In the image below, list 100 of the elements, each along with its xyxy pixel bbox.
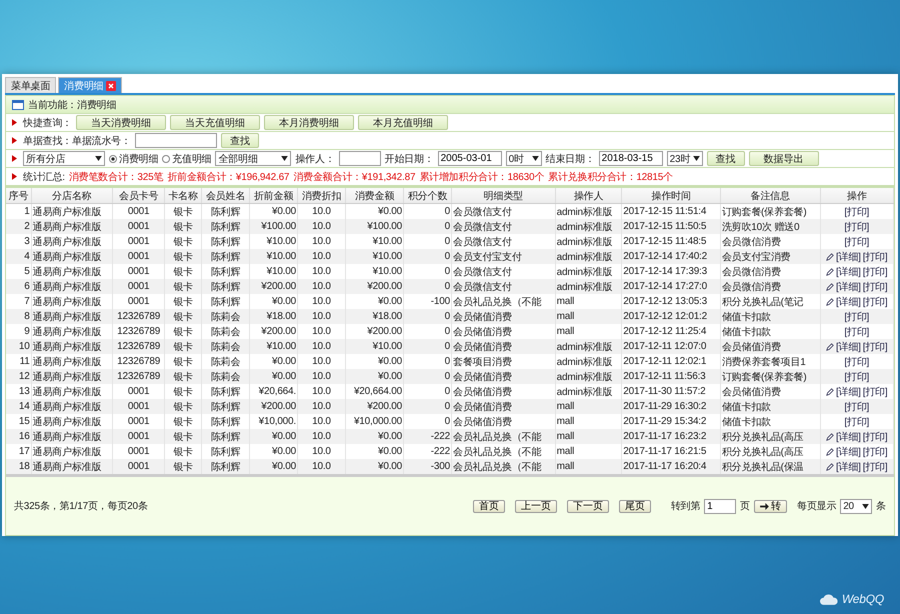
card-number: 12326789 [112, 339, 165, 354]
stats-value: 折前金额合计：¥196,942.67 [167, 170, 290, 184]
go-button[interactable]: 转 [754, 500, 787, 512]
action-link[interactable]: [详细] [836, 444, 861, 458]
row-number: 2 [6, 219, 32, 234]
action-link[interactable]: [打印] [862, 460, 888, 474]
time: 2017-12-11 11:56:3 [622, 369, 720, 384]
store-name: 通易商户标准版 [31, 369, 113, 384]
member-name: 陈莉会 [202, 309, 250, 324]
remark: 会员微信消费 [720, 279, 820, 294]
original-amount: ¥0.00 [250, 429, 298, 444]
goto-label: 转到第 [670, 500, 700, 513]
action-link[interactable]: [详细] [836, 294, 861, 308]
page-unit: 页 [740, 500, 750, 513]
search-button[interactable]: 查找 [220, 133, 259, 148]
start-date-field[interactable]: 2005-03-01 [438, 151, 502, 166]
quick-query-button[interactable]: 本月消费明细 [264, 115, 354, 130]
page-summary: 共325条，第1/17页，每页20条 [14, 500, 148, 513]
radio-option[interactable]: 消费明细 [109, 152, 158, 166]
action-link[interactable]: [详细] [836, 280, 861, 294]
page-number-field[interactable]: 1 [704, 498, 736, 514]
card-number: 0001 [112, 279, 165, 294]
card-name: 银卡 [164, 459, 202, 474]
original-amount: ¥10.00 [250, 339, 298, 354]
row-number: 8 [6, 309, 32, 324]
operator: mall [555, 459, 622, 474]
quick-query-button[interactable]: 当天充值明细 [170, 115, 260, 130]
page-button[interactable]: 尾页 [618, 500, 651, 512]
quick-query-button[interactable]: 本月充值明细 [358, 115, 448, 130]
detail-type: 会员储值消费 [451, 309, 556, 324]
action-link[interactable]: [详细] [836, 460, 861, 474]
row-number: 14 [6, 399, 32, 414]
action-link[interactable]: [打印] [862, 340, 888, 354]
detail-type-select[interactable]: 全部明细 [215, 151, 292, 166]
member-name: 陈利辉 [202, 429, 250, 444]
quick-query-label: 快捷查询： [23, 116, 72, 130]
end-hour-select[interactable]: 23时 [666, 151, 703, 166]
page-size-select[interactable]: 20 [840, 498, 872, 514]
row-number: 18 [6, 459, 32, 474]
discount: 10.0 [297, 339, 346, 354]
action-link[interactable]: [详细] [836, 250, 861, 264]
page-button[interactable]: 下一页 [566, 500, 609, 512]
amount: ¥0.00 [345, 369, 404, 384]
action-link[interactable]: [打印] [862, 264, 888, 278]
pencil-icon[interactable] [826, 388, 834, 396]
start-hour-select[interactable]: 0时 [506, 151, 542, 166]
export-button[interactable]: 数据导出 [748, 151, 819, 166]
action-link[interactable]: [详细] [836, 430, 861, 444]
action-link[interactable]: [打印] [844, 234, 870, 248]
page-button[interactable]: 首页 [472, 500, 505, 512]
close-icon[interactable] [106, 80, 116, 90]
time: 2017-12-15 11:50:5 [622, 219, 720, 234]
action-link[interactable]: [打印] [844, 204, 870, 218]
action-link[interactable]: [打印] [862, 430, 888, 444]
receipt-number-field[interactable] [134, 133, 217, 148]
stats-value: 累计增加积分合计：18630个 [419, 170, 544, 184]
time: 2017-12-11 12:07:0 [622, 339, 720, 354]
brand-logo: WebQQ [842, 592, 884, 606]
page-size-label: 每页显示 [796, 500, 836, 513]
action-link[interactable]: [打印] [862, 250, 888, 264]
search-button[interactable]: 查找 [706, 151, 745, 166]
action-link[interactable]: [打印] [844, 354, 870, 368]
detail-type: 会员礼品兑换（不能 [451, 429, 556, 444]
time: 2017-11-17 16:23:2 [622, 429, 720, 444]
store-name: 通易商户标准版 [31, 399, 113, 414]
amount: ¥100.00 [345, 219, 404, 234]
time: 2017-12-14 17:40:2 [622, 249, 720, 264]
column-header: 操作人 [555, 188, 622, 204]
store-select[interactable]: 所有分店 [23, 151, 105, 166]
action-link[interactable]: [详细] [836, 340, 861, 354]
operator-field[interactable] [338, 151, 381, 166]
card-name: 银卡 [164, 339, 202, 354]
amount: ¥18.00 [345, 309, 404, 324]
quick-query-button[interactable]: 当天消费明细 [76, 115, 166, 130]
end-date-field[interactable]: 2018-03-15 [598, 151, 663, 166]
store-name: 通易商户标准版 [31, 459, 113, 474]
page-button[interactable]: 上一页 [514, 500, 557, 512]
action-link[interactable]: [打印] [844, 414, 870, 428]
tab[interactable]: 菜单桌面 [5, 77, 56, 93]
member-name: 陈利辉 [202, 249, 250, 264]
radio-option[interactable]: 充值明细 [162, 152, 212, 166]
points: 0 [404, 249, 452, 264]
action-link[interactable]: [打印] [862, 280, 888, 294]
member-name: 陈利辉 [202, 459, 250, 474]
pencil-icon[interactable] [826, 342, 834, 350]
action-link[interactable]: [详细] [836, 264, 861, 278]
action-link[interactable]: [打印] [844, 324, 870, 338]
column-header: 会员姓名 [202, 188, 250, 204]
window-icon [12, 100, 24, 110]
action-link[interactable]: [打印] [862, 444, 888, 458]
row-number: 6 [6, 279, 32, 294]
detail-type: 会员储值消费 [451, 339, 556, 354]
operator: admin标准版 [555, 279, 622, 294]
operator: admin标准版 [555, 219, 622, 234]
detail-type: 会员微信支付 [451, 279, 556, 294]
action-link[interactable]: [详细] [836, 384, 861, 398]
action-link[interactable]: [打印] [862, 384, 888, 398]
action-link[interactable]: [打印] [862, 294, 888, 308]
caret-icon [95, 156, 102, 161]
receipt-search-label: 单据查找：单据流水号： [23, 134, 131, 148]
